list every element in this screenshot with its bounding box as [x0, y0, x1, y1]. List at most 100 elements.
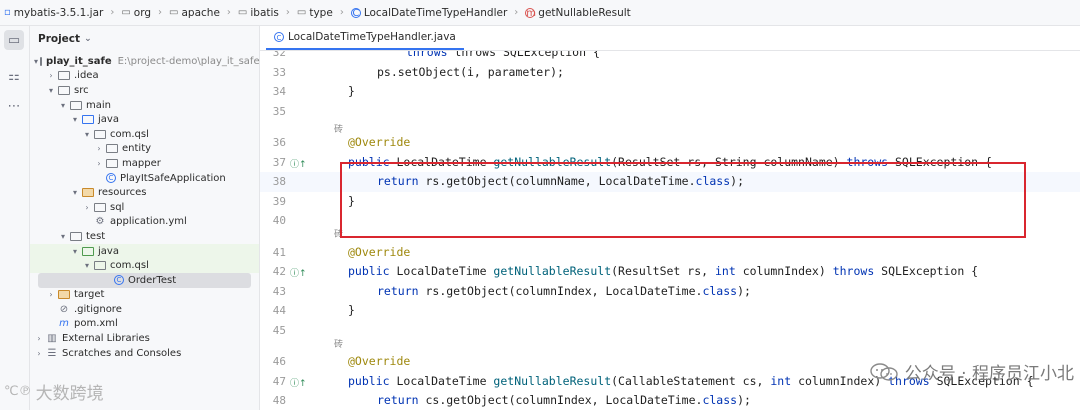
chevron-down-icon: ⌄ [84, 34, 92, 44]
test-folder-icon [82, 246, 94, 256]
wechat-watermark: 公众号 · 程序员江小北 [869, 359, 1074, 384]
code-area[interactable]: 32 throws throws SQLException { 33 ps.setO… [260, 51, 1080, 410]
code-line-33: 33 ps.setObject(i, parameter); [272, 64, 564, 79]
structure-icon: ⚏ [8, 68, 20, 84]
tree-item-test-package[interactable]: ▾ com.qsl [30, 258, 259, 273]
folder-icon [70, 100, 82, 110]
code-line-43: 43 return rs.getObject(columnIndex, Local… [272, 283, 751, 298]
gitignore-icon: ⊘ [59, 303, 69, 315]
yaml-file-icon: ⚙ [95, 216, 105, 228]
chevron-right-icon: › [49, 290, 53, 300]
tree-item-root[interactable]: ▾ play_it_safe E:\project-demo\play_it_saf… [30, 54, 260, 69]
more-tools-button[interactable]: ⋯ [4, 96, 24, 116]
class-icon: C [114, 275, 124, 286]
chevron-down-icon: ▾ [34, 56, 39, 66]
implements-gutter-icon[interactable]: ⓘ↑ [290, 157, 307, 170]
chevron-right-icon: › [97, 144, 101, 154]
tree-item-test-java[interactable]: ▾ java [30, 243, 259, 259]
tree-item-java[interactable]: ▾ java [30, 112, 259, 127]
class-icon: C [350, 7, 361, 19]
breadcrumb-method[interactable]: m getNullableResult [525, 7, 631, 19]
tree-item-gitignore[interactable]: ⊘ .gitignore [30, 302, 259, 317]
tree-item-entity[interactable]: › entity [30, 142, 259, 157]
folder-icon [58, 71, 70, 81]
project-tree: ▾ play_it_safe E:\project-demo\play_it_saf… [30, 54, 260, 361]
chevron-right-icon: › [339, 7, 344, 18]
chevron-right-icon: › [285, 7, 290, 18]
code-line-34: 34} [272, 84, 355, 98]
tree-item-resources[interactable]: ▾ resources [30, 185, 259, 200]
tab-localdatetimetypehandler[interactable]: C LocalDateTimeTypeHandler.java [266, 26, 464, 50]
tree-item-idea[interactable]: › .idea [30, 69, 259, 84]
chevron-right-icon: › [49, 71, 53, 81]
breadcrumb-class[interactable]: C LocalDateTimeTypeHandler [350, 7, 507, 19]
breadcrumb-apache[interactable]: ▭ apache [169, 7, 220, 19]
package-icon [106, 158, 118, 168]
brand-logo-icon: ℃℗ [4, 384, 32, 399]
package-icon: ▭ [296, 7, 307, 18]
more-icon: ⋯ [7, 98, 21, 114]
jar-icon: ▫ [4, 7, 11, 18]
resources-folder-icon [82, 188, 94, 198]
chevron-down-icon: ▾ [60, 100, 65, 110]
maven-icon: m [59, 318, 69, 330]
structure-tool-button[interactable]: ⚏ [4, 66, 24, 86]
code-line-42: 42 ⓘ↑ public LocalDateTime getNullableResu… [272, 264, 979, 279]
tree-item-main[interactable]: ▾ main [30, 98, 259, 113]
tree-item-package[interactable]: ▾ com.qsl [30, 127, 259, 142]
highlight-annotation-box [340, 162, 1026, 238]
tool-window-strip: ▭ ⚏ ⋯ [0, 26, 30, 410]
chevron-right-icon: › [37, 334, 41, 344]
chevron-down-icon: ▾ [48, 85, 53, 95]
chevron-down-icon: ▾ [72, 246, 77, 256]
chevron-down-icon: ▾ [84, 261, 89, 271]
package-icon [94, 129, 106, 139]
tree-item-ordertest[interactable]: C OrderTest [38, 272, 251, 288]
folder-icon: ▭ [7, 32, 21, 48]
class-icon: C [274, 32, 284, 42]
brand-watermark: ℃℗ 大数跨境 [4, 384, 104, 404]
excluded-folder-icon [58, 290, 70, 300]
project-panel: Project ⌄ ▾ play_it_safe E:\project-demo\pl… [30, 26, 260, 410]
project-tool-button[interactable]: ▭ [4, 30, 24, 50]
library-icon: ▥ [47, 333, 57, 345]
tree-item-scratches[interactable]: › ☰ Scratches and Consoles [30, 346, 259, 361]
code-line-44: 44} [272, 303, 355, 317]
folder-icon [70, 231, 82, 241]
tree-item-test[interactable]: ▾ test [30, 229, 259, 244]
tree-item-sql[interactable]: › sql [30, 200, 259, 215]
implements-gutter-icon[interactable]: ⓘ↑ [290, 376, 307, 389]
tree-item-pom[interactable]: m pom.xml [30, 317, 259, 332]
folder-icon [58, 85, 70, 95]
chevron-down-icon: ▾ [72, 115, 77, 125]
code-line-48: 48 return cs.getObject(columnIndex, Local… [272, 393, 751, 407]
breadcrumb-type[interactable]: ▭ type [297, 7, 333, 19]
code-editor: C LocalDateTimeTypeHandler.java 32 throws … [260, 26, 1080, 410]
scratches-icon: ☰ [47, 347, 57, 359]
spring-class-icon: C [106, 173, 116, 184]
tree-item-application-class[interactable]: C PlayItSafeApplication [30, 171, 259, 186]
breadcrumb-jar[interactable]: ▫ mybatis-3.5.1.jar [4, 7, 103, 19]
tree-item-application-yml[interactable]: ⚙ application.yml [30, 215, 259, 230]
chevron-right-icon: › [226, 7, 231, 18]
code-line-41: 41 @Override [272, 244, 411, 259]
method-icon: m [525, 7, 537, 19]
tree-item-mapper[interactable]: › mapper [30, 156, 259, 171]
chevron-right-icon: › [110, 7, 115, 18]
breadcrumb-ibatis[interactable]: ▭ ibatis [238, 7, 279, 19]
project-header[interactable]: Project ⌄ [30, 26, 259, 52]
chevron-down-icon: ▾ [84, 129, 89, 139]
tree-item-target[interactable]: › target [30, 288, 259, 303]
code-line-45: 45 砖 [260, 321, 1080, 350]
folder-icon [94, 202, 106, 212]
tree-item-src[interactable]: ▾ src [30, 83, 259, 98]
breadcrumb-org[interactable]: ▭ org [121, 7, 151, 19]
package-icon: ▭ [121, 7, 131, 18]
implements-gutter-icon[interactable]: ⓘ↑ [290, 266, 307, 279]
chevron-down-icon: ▾ [72, 188, 77, 198]
code-line-35: 35 砖 [260, 102, 1080, 136]
chevron-right-icon: › [97, 158, 101, 168]
package-icon [106, 144, 118, 154]
editor-tabbar: C LocalDateTimeTypeHandler.java [260, 26, 1080, 51]
tree-item-external-libraries[interactable]: › ▥ External Libraries [30, 331, 259, 346]
